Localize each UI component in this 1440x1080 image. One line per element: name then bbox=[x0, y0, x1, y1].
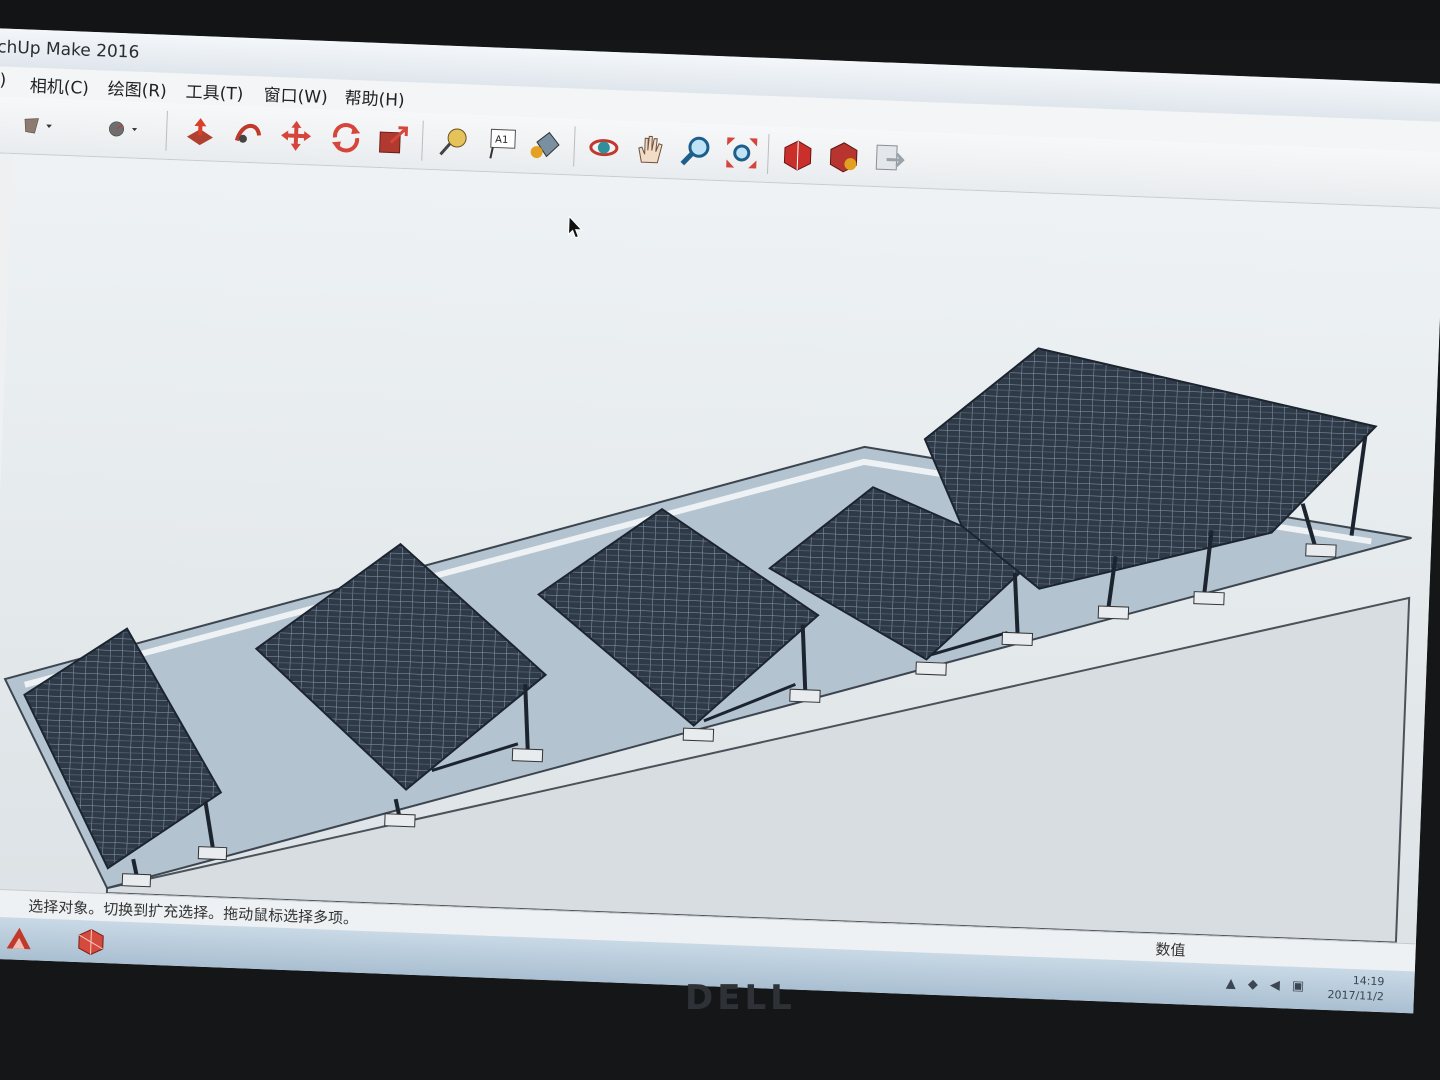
display-icon[interactable]: ▣ bbox=[1292, 979, 1305, 994]
rotate-icon[interactable] bbox=[327, 119, 364, 156]
zoom-extents-icon[interactable] bbox=[723, 134, 760, 171]
monitor-bezel-top bbox=[0, 0, 1440, 40]
clock-date: 2017/11/2 bbox=[1327, 988, 1385, 1004]
orbit-icon[interactable] bbox=[585, 129, 622, 166]
push-pull-icon[interactable] bbox=[181, 113, 218, 150]
mouse-cursor-icon bbox=[567, 215, 584, 244]
toolbar-separator bbox=[165, 110, 168, 151]
screen: chUp Make 2016 V) 相机(C) 绘图(R) 工具(T) 窗口(W… bbox=[0, 28, 1440, 1014]
measurements-label: 数值 bbox=[1155, 940, 1186, 960]
scale-icon[interactable] bbox=[375, 121, 412, 158]
solar-roof-model bbox=[3, 347, 1412, 944]
toolbar-separator bbox=[421, 120, 424, 161]
send-to-layout-icon[interactable] bbox=[871, 140, 908, 177]
menu-window[interactable]: 窗口(W) bbox=[263, 81, 328, 108]
follow-me-icon[interactable] bbox=[229, 115, 266, 152]
menu-tools[interactable]: 工具(T) bbox=[185, 78, 244, 105]
menu-help[interactable]: 帮助(H) bbox=[344, 84, 405, 111]
sketchup-icon[interactable] bbox=[66, 924, 115, 960]
zoom-icon[interactable] bbox=[677, 133, 714, 170]
paint-dropdown-icon[interactable] bbox=[8, 107, 69, 145]
menu-draw[interactable]: 绘图(R) bbox=[107, 75, 167, 102]
system-clock[interactable]: 14:19 2017/11/2 bbox=[1327, 972, 1385, 1004]
tape-measure-icon[interactable] bbox=[435, 123, 472, 160]
menu-view[interactable]: V) bbox=[0, 70, 7, 91]
volume-icon[interactable]: ◀ bbox=[1270, 978, 1281, 993]
paint-bucket-icon[interactable] bbox=[527, 127, 564, 164]
move-icon[interactable] bbox=[277, 117, 314, 154]
svg-text:A1: A1 bbox=[495, 134, 509, 145]
3d-warehouse-icon[interactable] bbox=[779, 136, 816, 173]
monitor: chUp Make 2016 V) 相机(C) 绘图(R) 工具(T) 窗口(W… bbox=[0, 0, 1440, 1080]
pan-icon[interactable] bbox=[631, 131, 668, 168]
menu-camera[interactable]: 相机(C) bbox=[29, 72, 89, 99]
model-viewport[interactable] bbox=[0, 152, 1440, 944]
dell-logo: DELL bbox=[685, 978, 796, 1018]
autocad-icon[interactable] bbox=[0, 921, 44, 957]
window-title: chUp Make 2016 bbox=[0, 37, 140, 63]
system-tray: ▲ ◆ ◀ ▣ bbox=[1226, 976, 1305, 994]
line-style-dropdown-icon[interactable] bbox=[90, 110, 157, 149]
text-icon[interactable]: A1 bbox=[483, 125, 520, 162]
toolbar-separator bbox=[766, 133, 770, 174]
toolbar-separator bbox=[573, 126, 576, 167]
security-shield-icon[interactable]: ◆ bbox=[1248, 977, 1259, 992]
network-icon[interactable]: ▲ bbox=[1226, 976, 1237, 991]
extension-warehouse-icon[interactable] bbox=[825, 138, 862, 175]
